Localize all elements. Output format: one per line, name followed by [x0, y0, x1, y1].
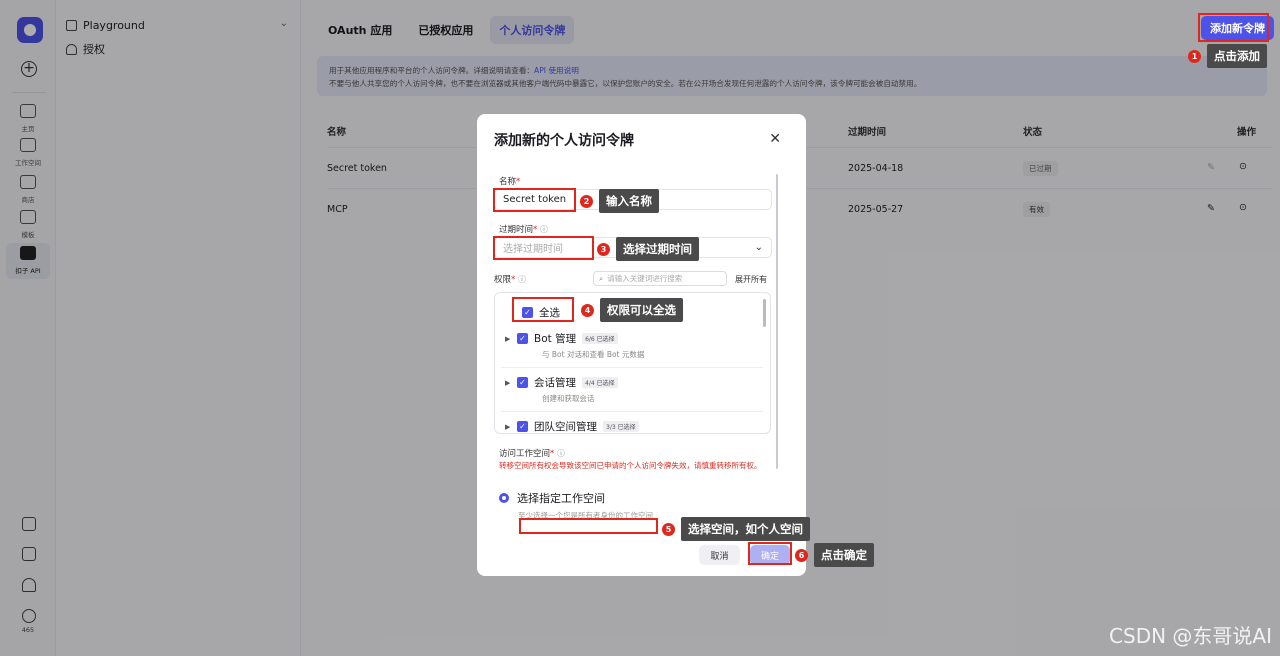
- expire-label: 过期时间* ⓘ: [499, 225, 548, 235]
- info-icon: ⓘ: [517, 275, 526, 284]
- dialog-scrollbar[interactable]: [776, 174, 778, 469]
- permission-team-space[interactable]: ▶ ✓ 团队空间管理 3/3 已选择: [505, 419, 639, 433]
- expand-icon[interactable]: ▶: [505, 335, 511, 343]
- annotation-5: 5 选择空间，如个人空间: [662, 517, 810, 541]
- permission-label: 权限* ⓘ: [494, 275, 526, 285]
- expand-all-link[interactable]: 展开所有: [735, 274, 767, 285]
- workspace-warning: 转移空间所有权会导致该空间已申请的个人访问令牌失效，请慎重转移所有权。: [499, 461, 762, 470]
- search-icon: ⌕: [599, 273, 604, 283]
- dialog-title: 添加新的个人访问令牌: [494, 133, 634, 149]
- highlight-box: [748, 542, 792, 565]
- permission-conversation[interactable]: ▶ ✓ 会话管理 4/4 已选择: [505, 375, 618, 390]
- cancel-button[interactable]: 取消: [699, 545, 740, 565]
- workspace-radio[interactable]: 选择指定工作空间: [499, 490, 605, 506]
- check-icon[interactable]: ✓: [517, 421, 528, 432]
- close-icon[interactable]: ✕: [769, 131, 781, 147]
- add-token-dialog: 添加新的个人访问令牌 ✕ 名称* Secret token 过期时间* ⓘ 选择…: [477, 114, 806, 576]
- info-icon: ⓘ: [539, 225, 548, 234]
- expand-icon[interactable]: ▶: [505, 379, 511, 387]
- highlight-box: [493, 236, 594, 260]
- highlight-box: [519, 518, 658, 534]
- permission-search-input[interactable]: ⌕ 请输入关键词进行搜索: [593, 271, 727, 286]
- annotation-6: 6 点击确定: [795, 543, 874, 567]
- radio-icon[interactable]: [499, 493, 509, 503]
- workspace-label: 访问工作空间* ⓘ: [499, 449, 565, 459]
- annotation-4: 4 权限可以全选: [581, 298, 683, 322]
- chevron-down-icon: ⌄: [754, 242, 763, 253]
- annotation-3: 3 选择过期时间: [597, 237, 699, 261]
- annotation-2: 2 输入名称: [580, 189, 659, 213]
- annotation-1: 1 点击添加: [1188, 44, 1267, 68]
- permission-bot[interactable]: ▶ ✓ Bot 管理 6/6 已选择: [505, 331, 618, 346]
- watermark: CSDN @东哥说AI: [1109, 624, 1272, 648]
- highlight-box: [1198, 13, 1269, 42]
- highlight-box: [493, 188, 576, 212]
- check-icon[interactable]: ✓: [517, 333, 528, 344]
- highlight-box: [512, 297, 574, 322]
- check-icon[interactable]: ✓: [517, 377, 528, 388]
- tree-scrollbar[interactable]: [763, 299, 766, 327]
- expand-icon[interactable]: ▶: [505, 423, 511, 431]
- info-icon: ⓘ: [556, 449, 565, 458]
- name-label: 名称*: [499, 177, 521, 187]
